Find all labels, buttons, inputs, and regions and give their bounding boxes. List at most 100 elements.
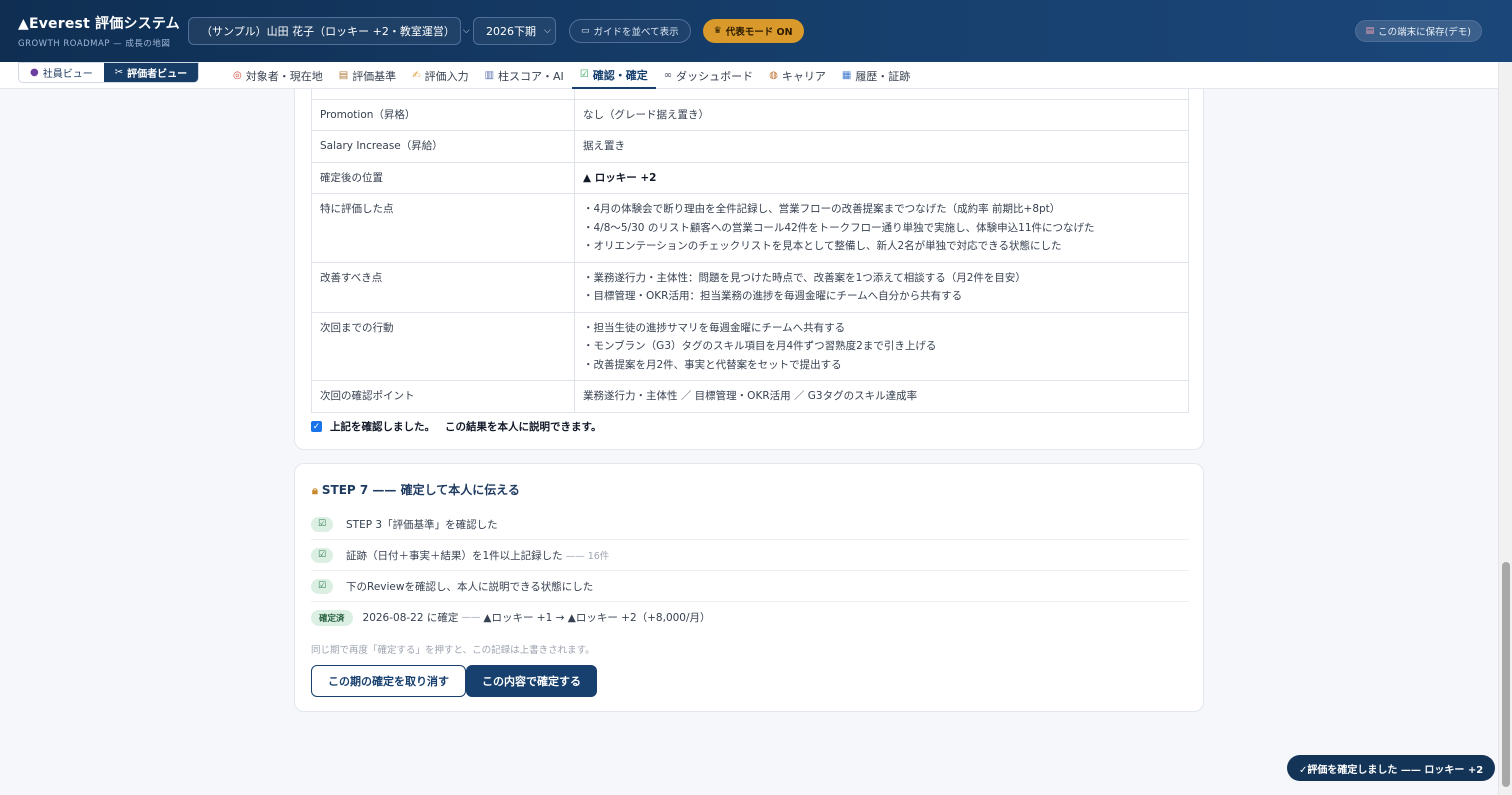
save-local-button[interactable]: ▤ この端末に保存(デモ): [1354, 20, 1482, 42]
confirm-button[interactable]: この内容で確定する: [466, 665, 597, 697]
app-header: ▲Everest 評価システム GROWTH ROADMAP — 成長の地図 （…: [0, 0, 1512, 62]
row-value: 業務遂行力・主体性 ／ 目標管理・OKR活用 ／ G3タグのスキル達成率: [574, 380, 1189, 413]
table-row: Salary Increase（昇給） 据え置き: [311, 130, 1189, 163]
staff-view-label: 社員ビュー: [42, 69, 93, 80]
lock-icon: 🔒︎: [312, 484, 318, 497]
check-icon: ☑: [311, 516, 333, 532]
overwrite-note: 同じ期で再度「確定する」を押すと、この記録は上書きされます。: [311, 645, 595, 656]
action-buttons: この期の確定を取り消す この内容で確定する: [311, 665, 597, 697]
row-label: Promotion（昇格）: [311, 98, 575, 131]
person-icon: ●: [30, 67, 39, 78]
scrollbar-thumb[interactable]: [1502, 562, 1510, 787]
list-item: ・担当生徒の進捗サマリを毎週金曜にチームへ共有する: [583, 321, 846, 334]
list-item: ・4/8〜5/30 のリスト顧客への営業コール42件をトークフロー通り単独で実施…: [583, 221, 1095, 234]
tab-label: 対象者・現在地: [245, 69, 323, 83]
chevron-down-icon: ⌵: [462, 26, 470, 36]
status-badge: 確定済: [311, 609, 353, 626]
tools-icon: ✂: [114, 67, 124, 78]
tab-scores[interactable]: ▥ 柱スコア・AI: [477, 62, 572, 89]
list-item: ・業務遂行力・主体性：問題を見つけた時点で、改善案を1つ添えて相談する（月2件を…: [583, 271, 1026, 284]
tab-label: ダッシュボード: [676, 69, 754, 83]
rep-mode-label: 代表モード ON: [725, 27, 793, 38]
period-select[interactable]: 2026下期 ⌵: [473, 17, 556, 45]
cancel-confirmation-button[interactable]: この期の確定を取り消す: [311, 665, 466, 697]
check-item-text: STEP 3「評価基準」を確認した: [346, 518, 498, 531]
crown-icon: ♛: [713, 26, 722, 36]
step7-title: 🔒︎ STEP 7 —— 確定して本人に伝える: [312, 481, 520, 498]
period-select-value: 2026下期: [486, 25, 536, 38]
evaluator-view-label: 評価者ビュー: [127, 69, 188, 80]
save-local-label: この端末に保存(デモ): [1378, 27, 1471, 38]
check-icon: ☑: [311, 547, 333, 563]
check-item-text: 下のReviewを確認し、本人に説明できる状態にした: [346, 580, 594, 593]
step7-title-text: STEP 7 —— 確定して本人に伝える: [321, 483, 520, 497]
list-item: ・モンブラン（G3）タグのスキル項目を月4件ずつ習熟度2まで引き上げる: [583, 340, 937, 352]
table-row: 確定後の位置 ▲ ロッキー +2: [311, 161, 1189, 194]
confirm-checkbox[interactable]: ✓: [311, 421, 322, 432]
confirm-label: 上記を確認しました。: [330, 421, 435, 433]
chart-icon: ▥: [484, 70, 495, 81]
tab-input[interactable]: ✍ 評価入力: [404, 62, 476, 89]
check-item: ☑ 証跡（日付＋事実＋結果）を1件以上記録した —— 16件: [311, 540, 1189, 571]
toast-notification: ✓評価を確定しました —— ロッキー +2: [1287, 755, 1496, 781]
tab-criteria[interactable]: ▤ 評価基準: [331, 62, 404, 89]
brand: ▲Everest 評価システム GROWTH ROADMAP — 成長の地図: [18, 13, 188, 49]
review-card: Promotion（昇格） なし（グレード据え置き） Salary Increa…: [294, 89, 1204, 450]
row-label: 次回までの行動: [311, 311, 575, 381]
row-value: ・業務遂行力・主体性：問題を見つけた時点で、改善案を1つ添えて相談する（月2件を…: [574, 261, 1189, 313]
person-select-value: （サンプル）山田 花子（ロッキー +2・教室運営）: [201, 25, 455, 38]
tab-history[interactable]: ▦ 履歴・証跡: [834, 62, 918, 89]
tab-career[interactable]: ◍ キャリア: [761, 62, 834, 89]
list-item: ・オリエンテーションのチェックリストを見本として整備し、新人2名が単独で対応でき…: [583, 240, 1062, 252]
row-label: 確定後の位置: [311, 161, 575, 194]
table-row: Promotion（昇格） なし（グレード据え置き）: [311, 98, 1189, 131]
clipboard-icon: ▤: [338, 70, 349, 81]
check-item-text: 証跡（日付＋事実＋結果）を1件以上記録した: [346, 549, 563, 562]
save-icon: ▤: [1365, 26, 1375, 36]
row-value: ▲ ロッキー +2: [574, 161, 1189, 194]
guide-button-label: ガイドを並べて表示: [593, 27, 679, 38]
row-label: Salary Increase（昇給）: [311, 130, 575, 163]
person-select[interactable]: （サンプル）山田 花子（ロッキー +2・教室運営） ⌵: [188, 17, 470, 45]
check-item: ☑ 下のReviewを確認し、本人に説明できる状態にした: [311, 571, 1189, 602]
tab-label: 確認・確定: [592, 68, 648, 82]
tab-label: 柱スコア・AI: [498, 69, 564, 83]
row-value: ・4月の体験会で断り理由を全件記録し、営業フローの改善提案までつなげた（成約率 …: [574, 193, 1189, 263]
separator: ——: [461, 612, 481, 623]
review-confirm: ✓ 上記を確認しました。 この結果を本人に説明できます。: [311, 419, 601, 434]
check-item: ☑ STEP 3「評価基準」を確認した: [311, 509, 1189, 540]
step7-checklist: ☑ STEP 3「評価基準」を確認した ☑ 証跡（日付＋事実＋結果）を1件以上記…: [311, 509, 1189, 633]
tab-confirm[interactable]: ☑ 確認・確定: [571, 62, 656, 89]
tab-label: 評価基準: [352, 69, 397, 83]
confirmed-status: 確定済 2026-08-22 に確定 —— ▲ロッキー +1 → ▲ロッキー +…: [311, 602, 1189, 633]
glasses-icon: ∞: [663, 70, 673, 81]
row-value: 据え置き: [574, 130, 1189, 163]
book-icon: ▭: [581, 26, 590, 36]
list-item: ・改善提案を月2件、事実と代替案をセットで提出する: [583, 358, 842, 371]
tab-label: 評価入力: [424, 69, 469, 83]
row-label: 次回の確認ポイント: [311, 380, 575, 413]
tab-bar: ◎ 対象者・現在地 ▤ 評価基準 ✍ 評価入力 ▥ 柱スコア・AI ☑ 確認・確定 ∞ ダッ…: [225, 62, 918, 89]
list-item: ・目標管理・OKR活用：担当業務の進捗を毎週金曜にチームへ自分から共有する: [583, 290, 963, 302]
app-subtitle: GROWTH ROADMAP — 成長の地図: [18, 39, 171, 49]
step7-card: 🔒︎ STEP 7 —— 確定して本人に伝える ☑ STEP 3「評価基準」を確認…: [294, 463, 1204, 712]
pencil-icon: ✍: [412, 70, 421, 81]
books-icon: ▦: [841, 70, 852, 81]
tab-target[interactable]: ◎ 対象者・現在地: [225, 62, 331, 89]
staff-view-button[interactable]: ● 社員ビュー: [19, 63, 104, 82]
compass-icon: ◍: [769, 70, 778, 81]
app-title: ▲Everest 評価システム: [18, 16, 180, 32]
guide-button[interactable]: ▭ ガイドを並べて表示: [569, 19, 691, 43]
target-icon: ◎: [233, 70, 242, 81]
rep-mode-button[interactable]: ♛ 代表モード ON: [702, 19, 804, 43]
grade-transition: ▲ロッキー +1 → ▲ロッキー +2（+8,000/月）: [483, 612, 711, 624]
tab-label: 履歴・証跡: [855, 69, 911, 83]
evidence-count: —— 16件: [565, 551, 610, 562]
confirmed-date: 2026-08-22 に確定: [362, 612, 459, 624]
scrollbar[interactable]: [1498, 62, 1512, 795]
tab-dashboard[interactable]: ∞ ダッシュボード: [656, 62, 761, 89]
table-row: 次回までの行動 ・担当生徒の進捗サマリを毎週金曜にチームへ共有する ・モンブラン…: [311, 311, 1189, 381]
row-label: 特に評価した点: [311, 193, 575, 263]
evaluator-view-button[interactable]: ✂ 評価者ビュー: [103, 63, 199, 82]
row-value: なし（グレード据え置き）: [574, 98, 1189, 131]
